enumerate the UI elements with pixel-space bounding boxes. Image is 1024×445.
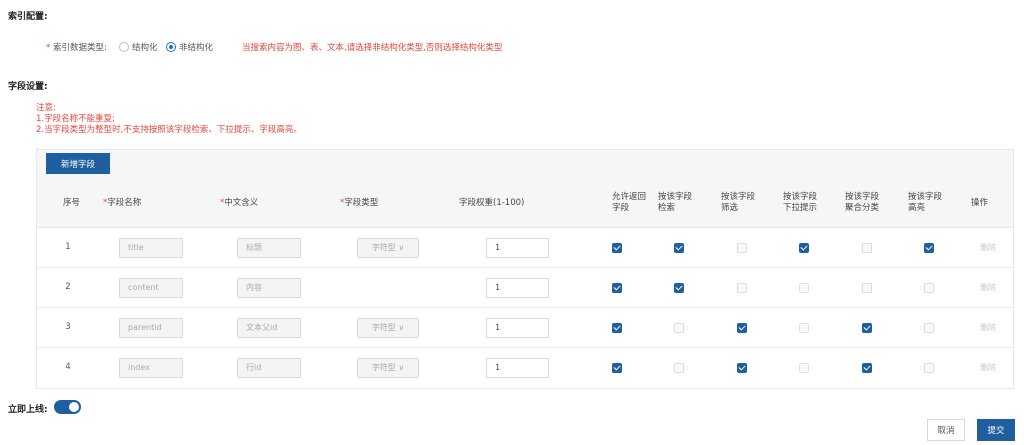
add-field-button[interactable]: 新增字段 (46, 153, 110, 174)
field-name-input: parentid (119, 318, 183, 338)
radio-unstructured-label: 非结构化 (179, 43, 214, 53)
table-row: 1 title 标题 字符型 ∨ 1 删除 (37, 228, 1013, 268)
radio-unstructured[interactable]: 非结构化 (166, 41, 213, 53)
suggest-checkbox[interactable] (799, 363, 809, 373)
field-weight-input[interactable]: 1 (486, 238, 549, 258)
suggest-checkbox[interactable] (799, 283, 809, 293)
col-highlight: 按该字段 高亮 (908, 192, 943, 213)
online-toggle[interactable] (54, 400, 81, 414)
filter-checkbox[interactable] (737, 323, 747, 333)
field-notes: 注意: 1.字段名称不能重复; 2.当字段类型为整型时,不支持按照该字段检索、下… (36, 103, 302, 136)
return-checkbox[interactable] (612, 363, 622, 373)
row-index: 3 (65, 322, 71, 332)
row-index: 2 (65, 282, 71, 292)
search-checkbox[interactable] (674, 363, 684, 373)
radio-unstructured-circle[interactable] (166, 42, 176, 52)
col-suggest: 按该字段 下拉提示 (783, 192, 818, 213)
highlight-checkbox[interactable] (924, 323, 934, 333)
col-index: 序号 (63, 198, 81, 208)
table-row: 4 index 行id 字符型 ∨ 1 删除 (37, 348, 1013, 388)
col-return: 允许返回 字段 (612, 192, 647, 213)
col-filter: 按该字段 筛选 (721, 192, 756, 213)
field-table: 新增字段 序号 *字段名称 *中文含义 *字段类型 字段权重(1-100) 允许… (36, 149, 1014, 389)
field-name-input: content (119, 278, 183, 298)
required-star: * (46, 43, 51, 53)
col-aggregate: 按该字段 聚合分类 (845, 192, 880, 213)
row-index: 1 (65, 242, 71, 252)
field-weight-input[interactable]: 1 (486, 278, 549, 298)
delete-link: 删除 (980, 363, 996, 372)
radio-structured[interactable]: 结构化 (119, 41, 158, 53)
highlight-checkbox[interactable] (924, 283, 934, 293)
delete-link: 删除 (980, 243, 996, 252)
field-type-select: 字符型 ∨ (357, 318, 419, 338)
filter-checkbox[interactable] (737, 363, 747, 373)
aggregate-checkbox[interactable] (862, 323, 872, 333)
table-toolbar: 新增字段 (37, 150, 1013, 177)
radio-structured-label: 结构化 (132, 43, 158, 53)
index-type-field: * 索引数据类型: (46, 41, 107, 53)
note-line: 注意: (36, 103, 56, 113)
table-header: 序号 *字段名称 *中文含义 *字段类型 字段权重(1-100) 允许返回 字段 … (37, 177, 1013, 228)
field-name-input: index (119, 358, 183, 378)
field-name-input: title (119, 238, 183, 258)
filter-checkbox[interactable] (737, 243, 747, 253)
note-line: 2.当字段类型为整型时,不支持按照该字段检索、下拉提示、字段高亮。 (36, 125, 302, 135)
col-type: *字段类型 (340, 198, 379, 208)
delete-link: 删除 (980, 323, 996, 332)
field-meaning-input: 文本父id (237, 318, 301, 338)
row-index: 4 (65, 362, 71, 372)
field-type-select: 字符型 ∨ (357, 358, 419, 378)
highlight-checkbox[interactable] (924, 363, 934, 373)
table-row: 3 parentid 文本父id 字符型 ∨ 1 删除 (37, 308, 1013, 348)
aggregate-checkbox[interactable] (862, 363, 872, 373)
aggregate-checkbox[interactable] (862, 243, 872, 253)
field-weight-input[interactable]: 1 (486, 318, 549, 338)
index-type-label: 索引数据类型: (52, 43, 107, 53)
col-weight: 字段权重(1-100) (459, 198, 525, 208)
return-checkbox[interactable] (612, 283, 622, 293)
field-settings-title: 字段设置: (8, 82, 48, 92)
search-checkbox[interactable] (674, 243, 684, 253)
submit-button[interactable]: 提交 (977, 419, 1015, 441)
index-type-hint: 当搜索内容为图、表、文本,请选择非结构化类型,否则选择结构化类型 (242, 43, 503, 53)
col-meaning: *中文含义 (220, 198, 259, 208)
suggest-checkbox[interactable] (799, 323, 809, 333)
cancel-button[interactable]: 取消 (927, 419, 965, 441)
suggest-checkbox[interactable] (799, 243, 809, 253)
online-label: 立即上线: (8, 405, 48, 415)
filter-checkbox[interactable] (737, 283, 747, 293)
search-checkbox[interactable] (674, 283, 684, 293)
aggregate-checkbox[interactable] (862, 283, 872, 293)
note-line: 1.字段名称不能重复; (36, 114, 115, 124)
table-row: 2 content 内容 1 删除 (37, 268, 1013, 308)
delete-link: 删除 (980, 283, 996, 292)
field-meaning-input: 标题 (237, 238, 301, 258)
highlight-checkbox[interactable] (924, 243, 934, 253)
col-action: 操作 (971, 198, 989, 208)
field-weight-input[interactable]: 1 (486, 358, 549, 378)
col-name: *字段名称 (103, 198, 142, 208)
return-checkbox[interactable] (612, 243, 622, 253)
search-checkbox[interactable] (674, 323, 684, 333)
col-search: 按该字段 检索 (658, 192, 693, 213)
field-meaning-input: 内容 (237, 278, 301, 298)
field-meaning-input: 行id (237, 358, 301, 378)
return-checkbox[interactable] (612, 323, 622, 333)
index-config-title: 索引配置: (8, 12, 48, 22)
radio-structured-circle[interactable] (119, 42, 129, 52)
field-type-select: 字符型 ∨ (357, 238, 419, 258)
